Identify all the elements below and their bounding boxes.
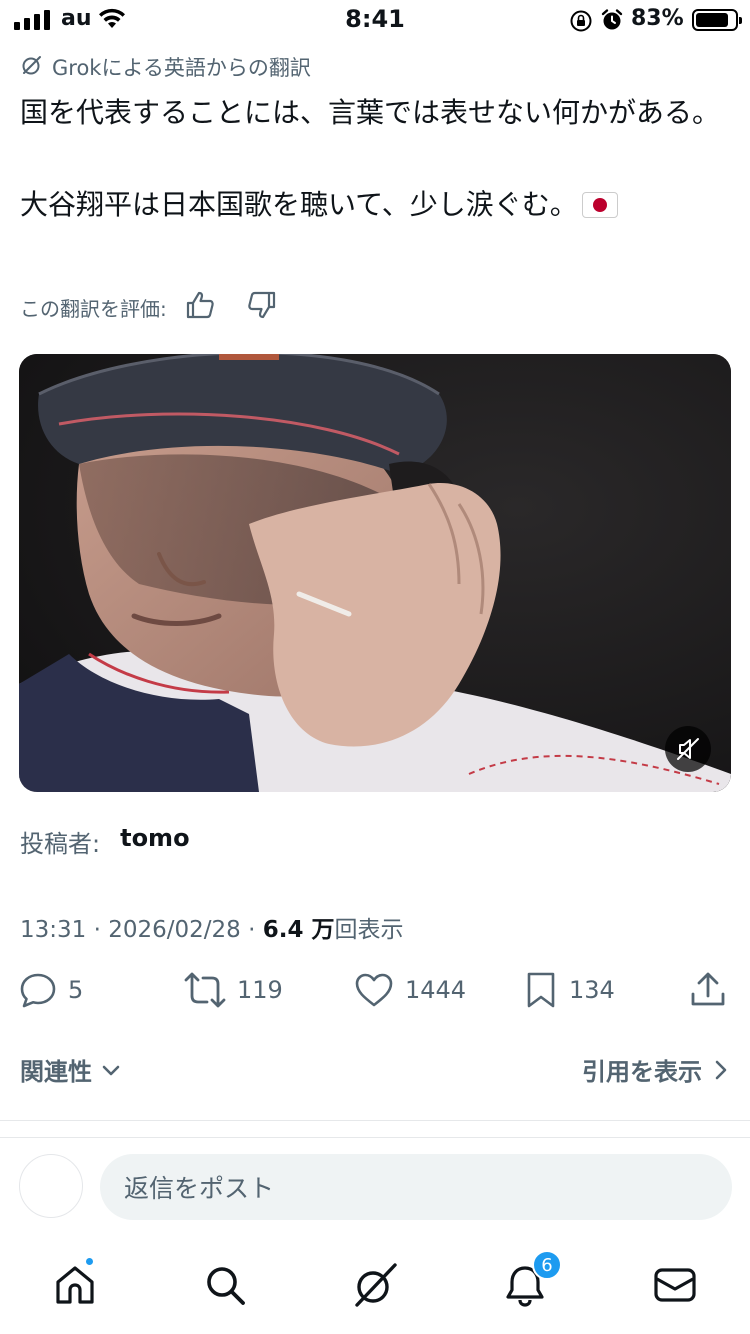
relevance-dropdown[interactable]: 関連性 <box>20 1052 122 1087</box>
mail-icon <box>654 1268 696 1302</box>
tab-notifications[interactable]: 6 <box>500 1250 562 1310</box>
divider <box>0 1120 750 1121</box>
bookmark-count: 134 <box>569 976 615 1004</box>
poster-name[interactable]: tomo <box>120 824 189 859</box>
post-date: 2026/02/28 <box>108 917 241 943</box>
bookmark-icon <box>527 972 555 1008</box>
rate-translation-label: この翻訳を評価: <box>20 297 167 321</box>
tweet-line-2: 大谷翔平は日本国歌を聴いて、少し涙ぐむ。 <box>20 182 720 228</box>
bookmark-button[interactable]: 134 <box>523 970 615 1010</box>
reply-icon <box>20 973 56 1008</box>
tab-home[interactable] <box>50 1256 100 1310</box>
share-icon <box>691 972 725 1006</box>
view-label: 回表示 <box>334 917 404 943</box>
tab-search[interactable] <box>200 1260 250 1310</box>
reply-button[interactable]: 5 <box>18 970 83 1010</box>
alarm-icon <box>600 8 624 36</box>
poster-credit: 投稿者: tomo <box>20 824 190 859</box>
orientation-lock-icon <box>569 9 593 37</box>
view-quotes-label: 引用を表示 <box>582 1058 702 1086</box>
thumbs-up-icon[interactable] <box>185 290 217 325</box>
like-count: 1444 <box>405 976 467 1004</box>
japan-flag-emoji <box>581 192 618 218</box>
reply-sort-row: 関連性 引用を表示 <box>20 1052 730 1092</box>
tab-grok[interactable] <box>350 1260 400 1310</box>
view-quotes-link[interactable]: 引用を表示 <box>582 1052 730 1087</box>
player-photo <box>19 354 731 792</box>
reply-input[interactable]: 返信をポスト <box>100 1154 732 1220</box>
translation-note-label: Grokによる英語からの翻訳 <box>52 56 311 80</box>
speaker-muted-icon <box>677 738 699 760</box>
home-icon <box>56 1266 94 1304</box>
avatar[interactable] <box>19 1154 83 1218</box>
thumbs-down-icon[interactable] <box>245 290 277 325</box>
grok-icon <box>20 53 44 82</box>
heart-icon <box>355 973 393 1007</box>
notifications-badge: 6 <box>532 1250 562 1280</box>
video-thumbnail[interactable] <box>19 354 731 792</box>
battery-percent: 83% <box>631 6 684 31</box>
repost-button[interactable]: 119 <box>183 970 283 1010</box>
tweet-text: 国を代表することには、言葉では表せない何かがある。 大谷翔平は日本国歌を聴いて、… <box>20 90 720 228</box>
like-button[interactable]: 1444 <box>353 970 466 1010</box>
chevron-right-icon <box>715 1060 727 1079</box>
relevance-label: 関連性 <box>20 1058 92 1086</box>
reply-count: 5 <box>68 976 84 1004</box>
share-button[interactable] <box>688 970 728 1010</box>
divider <box>0 1137 750 1138</box>
search-icon <box>207 1267 245 1305</box>
tweet-line-1: 国を代表することには、言葉では表せない何かがある。 <box>20 96 721 129</box>
meta-separator: · <box>240 917 263 943</box>
home-unread-dot <box>84 1256 95 1267</box>
rate-translation-row: この翻訳を評価: <box>20 290 277 325</box>
grok-icon <box>355 1263 397 1307</box>
reply-placeholder: 返信をポスト <box>124 1174 275 1203</box>
view-count: 6.4 万 <box>262 917 335 943</box>
poster-label: 投稿者: <box>20 830 101 858</box>
battery-icon <box>692 9 742 31</box>
mute-button[interactable] <box>665 726 711 772</box>
status-bar: au 8:41 83% <box>0 0 750 40</box>
translation-note[interactable]: Grokによる英語からの翻訳 <box>20 52 311 82</box>
post-time: 13:31 <box>20 917 87 943</box>
repost-count: 119 <box>237 976 283 1004</box>
tweet-detail-screen: au 8:41 83% Grokによる英語からの翻訳 国を代表することには、言葉… <box>0 0 750 1334</box>
meta-separator: · <box>86 917 109 943</box>
repost-icon <box>184 972 226 1008</box>
chevron-down-icon <box>102 1065 120 1075</box>
tab-messages[interactable] <box>650 1260 700 1310</box>
post-meta: 13:31 · 2026/02/28 · 6.4 万回表示 <box>20 910 404 944</box>
action-bar: 5 119 1444 134 <box>0 970 750 1016</box>
bottom-tab-bar: 6 <box>0 1240 750 1334</box>
